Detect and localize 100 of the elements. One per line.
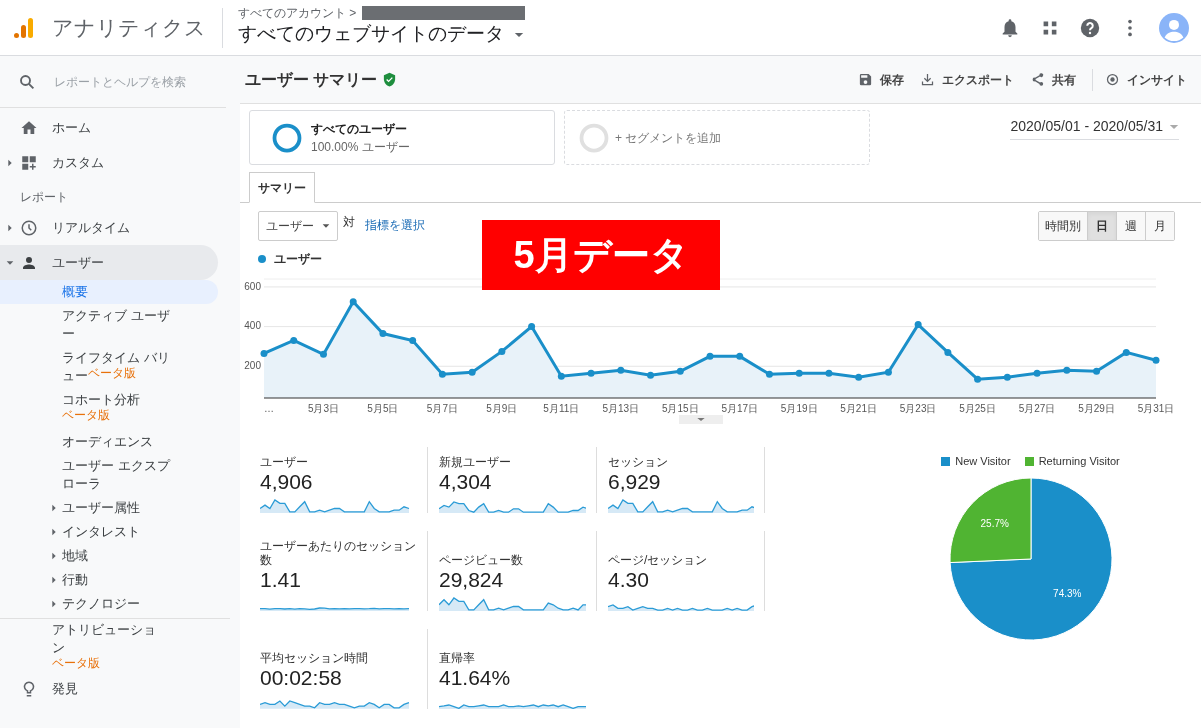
granularity-button[interactable]: 月: [1145, 212, 1174, 240]
metric-dropdown[interactable]: ユーザー: [258, 211, 338, 241]
share-button[interactable]: 共有: [1030, 70, 1076, 89]
nav-subitem[interactable]: オーディエンス: [0, 430, 218, 454]
expand-caret-icon[interactable]: [6, 223, 14, 232]
data-point: [647, 371, 655, 379]
x-axis-label: 5月23日: [899, 403, 937, 414]
x-axis-label: 5月31日: [1137, 403, 1175, 414]
nav-subitem[interactable]: コホート分析 ベータ版: [0, 388, 218, 430]
x-axis-label: 5月19日: [780, 403, 818, 414]
data-point: [884, 368, 892, 376]
nav-subitem[interactable]: インタレスト: [0, 520, 218, 544]
slice-label: 25.7%: [980, 517, 1009, 529]
x-axis-label: 5月29日: [1078, 403, 1115, 414]
verified-shield-icon: [382, 72, 398, 87]
summary-tab[interactable]: サマリー: [249, 172, 315, 203]
data-point: [676, 367, 684, 375]
save-button[interactable]: 保存: [858, 70, 904, 89]
x-axis-label: 5月3日: [307, 403, 340, 414]
metric-label: セッション: [608, 454, 669, 469]
metric-value: 4,906: [260, 469, 314, 495]
analytics-logo-icon: [12, 15, 36, 40]
data-point: [349, 298, 357, 306]
x-axis-label: 5月27日: [1018, 403, 1056, 414]
data-point: [557, 372, 565, 380]
data-point: [1122, 348, 1130, 356]
x-axis-label: 5月21日: [840, 403, 877, 414]
y-axis-label: 200: [244, 359, 261, 371]
expand-caret-icon[interactable]: [50, 504, 58, 512]
nav-subitem[interactable]: ユーザー属性: [0, 496, 218, 520]
nav-subitem[interactable]: 地域: [0, 544, 218, 568]
section-label: レポート: [19, 189, 69, 206]
date-range-picker[interactable]: 2020/05/01 - 2020/05/31: [1010, 116, 1179, 140]
data-point: [974, 375, 982, 383]
segment-card[interactable]: すべてのユーザー 100.00% ユーザー: [249, 110, 555, 165]
metric-value: 6,929: [608, 469, 662, 495]
report-title: ユーザー サマリー: [245, 69, 378, 90]
y-axis-label: 400: [244, 320, 261, 332]
select-metric-link[interactable]: 指標を選択: [365, 216, 425, 234]
nav-item[interactable]: 発見: [0, 672, 218, 706]
collapse-caret-icon[interactable]: [6, 258, 14, 267]
metric-value: 00:02:58: [260, 665, 343, 691]
metric-label: 平均セッション時間: [260, 650, 369, 665]
data-point: [795, 369, 803, 377]
metric-label: ユーザーあたりのセッション数: [260, 538, 417, 567]
view-selector[interactable]: すべてのウェブサイトのデータ: [238, 20, 526, 49]
caret-icon: [322, 222, 330, 230]
ring-icon: [272, 122, 302, 153]
data-point: [765, 370, 773, 378]
grid-plus-icon: [20, 153, 38, 172]
x-axis-label: 5月9日: [486, 403, 518, 414]
nav-item[interactable]: アトリビューション ベータ版: [0, 619, 218, 672]
data-point: [914, 321, 922, 329]
metric-value: 29,824: [439, 567, 505, 593]
help-icon[interactable]: [1079, 16, 1101, 39]
data-point: [528, 323, 536, 331]
data-point: [438, 370, 446, 378]
granularity-button[interactable]: 週: [1116, 212, 1145, 240]
nav-subitem[interactable]: アクティブ ユーザー: [0, 304, 218, 346]
chart-toggle-handle[interactable]: [678, 415, 723, 424]
data-point: [319, 350, 327, 358]
granularity-button[interactable]: 時間別: [1039, 212, 1087, 240]
expand-caret-icon[interactable]: [6, 158, 14, 167]
granularity-button[interactable]: 日: [1087, 212, 1116, 240]
report-search-field[interactable]: レポートとヘルプを検索: [54, 72, 224, 91]
export-button[interactable]: エクスポート: [920, 70, 1014, 89]
nav-subitem[interactable]: ユーザー エクスプローラ: [0, 454, 218, 496]
nav-item[interactable]: カスタム: [0, 145, 218, 180]
expand-caret-icon[interactable]: [50, 600, 58, 608]
account-breadcrumb[interactable]: すべてのアカウント >: [238, 6, 357, 21]
metric-value: 41.64%: [439, 665, 512, 691]
data-point: [1093, 367, 1101, 375]
data-point: [587, 369, 595, 377]
nav-item[interactable]: ユーザー: [0, 245, 218, 280]
x-axis-label: 5月25日: [959, 403, 996, 414]
nav-subitem[interactable]: 行動: [0, 568, 218, 592]
data-point: [1152, 356, 1160, 364]
data-point: [290, 337, 298, 344]
nav-item[interactable]: ホーム: [0, 110, 218, 145]
segment-name: すべてのユーザー: [311, 120, 408, 138]
x-axis-label: 5月7日: [426, 403, 458, 414]
expand-caret-icon[interactable]: [50, 552, 58, 560]
nav-subitem[interactable]: ライフタイム バリューベータ版: [0, 346, 218, 388]
data-point: [409, 337, 417, 344]
data-point: [468, 368, 476, 376]
nav-subitem[interactable]: テクノロジー: [0, 592, 218, 616]
expand-caret-icon[interactable]: [50, 576, 58, 584]
insights-button[interactable]: インサイト: [1105, 70, 1187, 89]
nav-item[interactable]: リアルタイム: [0, 210, 218, 245]
nav-subitem[interactable]: 概要: [0, 280, 218, 304]
ring-icon: [579, 122, 609, 153]
legend-label: New Visitor: [955, 454, 1011, 469]
data-point: [379, 330, 387, 338]
y-axis-label: 600: [244, 280, 261, 292]
add-segment-button[interactable]: + セグメントを追加: [564, 110, 870, 165]
target-icon: [1105, 72, 1120, 87]
data-point: [855, 373, 863, 381]
expand-caret-icon[interactable]: [50, 528, 58, 536]
clock-icon: [20, 218, 38, 237]
data-point: [1033, 369, 1041, 377]
